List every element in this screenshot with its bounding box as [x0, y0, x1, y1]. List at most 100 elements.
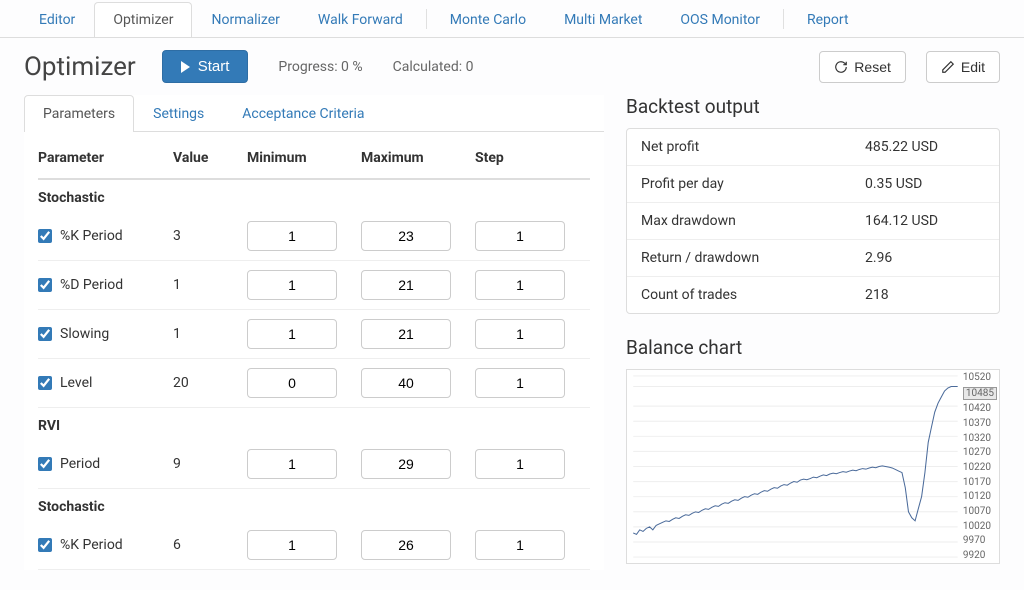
calculated-text: Calculated: 0 [393, 59, 474, 75]
y-tick-label: 10270 [963, 447, 997, 458]
chart-svg [627, 370, 999, 563]
backtest-table: Net profit485.22 USDProfit per day0.35 U… [626, 128, 1000, 314]
reset-button[interactable]: Reset [819, 51, 906, 83]
metric-name: Net profit [641, 139, 865, 155]
balance-title: Balance chart [626, 336, 1000, 359]
param-value: 20 [173, 375, 247, 391]
play-icon [181, 61, 190, 73]
param-name: Slowing [60, 326, 109, 342]
y-tick-label: 10485 [963, 387, 997, 400]
page-title: Optimizer [24, 52, 136, 82]
y-tick-label: 9920 [963, 550, 997, 561]
param-min-input[interactable] [247, 270, 337, 300]
param-name: %K Period [60, 537, 123, 553]
sub-tabs: ParametersSettingsAcceptance Criteria [24, 95, 604, 132]
top-tab-normalizer[interactable]: Normalizer [192, 2, 298, 37]
start-label: Start [198, 58, 230, 75]
backtest-row: Max drawdown164.12 USD [627, 203, 999, 240]
param-checkbox[interactable] [38, 457, 52, 471]
metric-name: Return / drawdown [641, 250, 865, 266]
param-min-input[interactable] [247, 368, 337, 398]
sub-tab-acceptance-criteria[interactable]: Acceptance Criteria [223, 95, 383, 132]
backtest-row: Profit per day0.35 USD [627, 166, 999, 203]
y-tick-label: 10120 [963, 491, 997, 502]
param-max-input[interactable] [361, 221, 451, 251]
param-checkbox[interactable] [38, 229, 52, 243]
pencil-icon [941, 60, 955, 74]
progress-text: Progress: 0 % [278, 59, 362, 75]
top-tab-walk-forward[interactable]: Walk Forward [299, 2, 422, 37]
param-row: Slowing 1 [38, 310, 590, 359]
top-tab-editor[interactable]: Editor [20, 2, 94, 37]
param-checkbox[interactable] [38, 327, 52, 341]
param-name: Level [60, 375, 92, 391]
param-table: Parameter Value Minimum Maximum Step Sto… [24, 132, 604, 570]
backtest-row: Net profit485.22 USD [627, 129, 999, 166]
param-header-row: Parameter Value Minimum Maximum Step [38, 144, 590, 180]
metric-value: 485.22 USD [865, 139, 985, 155]
param-checkbox[interactable] [38, 538, 52, 552]
top-tab-optimizer[interactable]: Optimizer [94, 2, 192, 37]
sub-tab-settings[interactable]: Settings [134, 95, 223, 132]
backtest-row: Return / drawdown2.96 [627, 240, 999, 277]
param-checkbox[interactable] [38, 278, 52, 292]
param-min-input[interactable] [247, 221, 337, 251]
y-tick-label: 10320 [963, 433, 997, 444]
start-button[interactable]: Start [162, 50, 249, 83]
param-step-input[interactable] [475, 449, 565, 479]
sub-tab-parameters[interactable]: Parameters [24, 95, 134, 132]
param-min-input[interactable] [247, 530, 337, 560]
metric-value: 2.96 [865, 250, 985, 266]
edit-button[interactable]: Edit [926, 51, 1000, 83]
param-row: Period 9 [38, 440, 590, 489]
top-tabs: EditorOptimizerNormalizerWalk Forward Mon… [0, 0, 1024, 38]
param-step-input[interactable] [475, 368, 565, 398]
toolbar: Optimizer Start Progress: 0 % Calculated… [0, 38, 1024, 95]
y-tick-label: 10070 [963, 506, 997, 517]
param-value: 1 [173, 326, 247, 342]
y-tick-label: 10370 [963, 418, 997, 429]
top-tab-oos-monitor[interactable]: OOS Monitor [661, 2, 779, 37]
param-value: 9 [173, 456, 247, 472]
metric-value: 0.35 USD [865, 176, 985, 192]
param-max-input[interactable] [361, 319, 451, 349]
backtest-row: Count of trades218 [627, 277, 999, 313]
metric-name: Max drawdown [641, 213, 865, 229]
top-tab-report[interactable]: Report [788, 2, 868, 37]
param-name: %D Period [60, 277, 123, 293]
balance-chart: 10520 10485 10420 10370 10320 10270 10220 10170… [626, 369, 1000, 564]
param-name: Period [60, 456, 100, 472]
top-tab-multi-market[interactable]: Multi Market [545, 2, 661, 37]
param-min-input[interactable] [247, 449, 337, 479]
param-row: %D Period 1 [38, 261, 590, 310]
param-step-input[interactable] [475, 270, 565, 300]
param-group-header: Stochastic [38, 489, 590, 521]
param-group-header: RVI [38, 408, 590, 440]
param-step-input[interactable] [475, 530, 565, 560]
refresh-icon [834, 60, 848, 74]
param-checkbox[interactable] [38, 376, 52, 390]
y-tick-label: 10170 [963, 477, 997, 488]
param-value: 1 [173, 277, 247, 293]
y-tick-label: 10220 [963, 462, 997, 473]
metric-value: 164.12 USD [865, 213, 985, 229]
top-tab-monte-carlo[interactable]: Monte Carlo [431, 2, 545, 37]
param-max-input[interactable] [361, 368, 451, 398]
param-row: %K Period6 [38, 521, 590, 570]
param-max-input[interactable] [361, 530, 451, 560]
param-value: 3 [173, 228, 247, 244]
y-tick-label: 10520 [963, 372, 997, 383]
param-min-input[interactable] [247, 319, 337, 349]
param-max-input[interactable] [361, 449, 451, 479]
y-tick-label: 9970 [963, 535, 997, 546]
y-tick-label: 10020 [963, 521, 997, 532]
param-max-input[interactable] [361, 270, 451, 300]
y-axis-labels: 10520 10485 10420 10370 10320 10270 10220 10170… [963, 372, 997, 561]
param-step-input[interactable] [475, 319, 565, 349]
metric-name: Profit per day [641, 176, 865, 192]
output-panel: Backtest output Net profit485.22 USDProf… [626, 95, 1000, 570]
y-tick-label: 10420 [963, 403, 997, 414]
param-step-input[interactable] [475, 221, 565, 251]
param-row: Level 20 [38, 359, 590, 408]
parameters-panel: ParametersSettingsAcceptance Criteria Pa… [24, 95, 604, 570]
